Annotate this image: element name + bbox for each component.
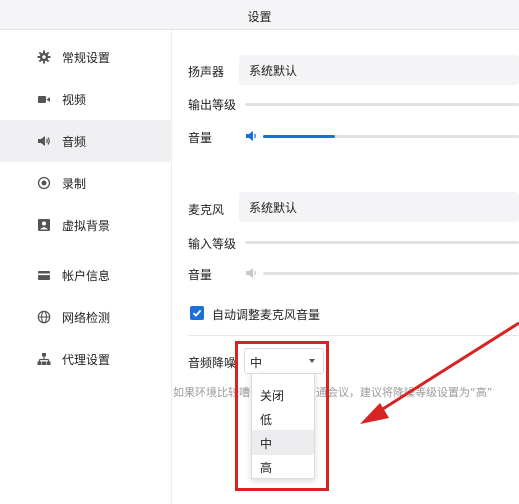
- output-level-label: 输出等级: [188, 98, 237, 112]
- speaker-volume-label: 音量: [188, 131, 213, 145]
- speaker-volume-slider[interactable]: [263, 135, 519, 138]
- noise-suppression-label: 音频降噪: [188, 356, 237, 370]
- output-level-meter: [245, 103, 519, 106]
- dropdown-option-label: 关闭: [260, 389, 285, 403]
- microphone-volume-label: 音量: [188, 268, 213, 282]
- globe-icon: [37, 310, 51, 324]
- dropdown-option-off[interactable]: 关闭: [252, 382, 314, 407]
- sidebar-item-virtual-background[interactable]: 虚拟背景: [0, 204, 172, 246]
- noise-suppression-value: 中: [250, 356, 263, 370]
- microphone-device-value: 系统默认: [249, 201, 298, 215]
- noise-suppression-hint: 如果环境比较嘈杂，或者是普通会议，建议将降噪等级设置为“高”: [173, 386, 493, 399]
- microphone-volume-icon: [246, 268, 256, 278]
- microphone-label: 麦克风: [188, 203, 225, 217]
- sidebar-item-network-test[interactable]: 网络检测: [0, 296, 172, 338]
- dropdown-option-label: 中: [260, 437, 273, 451]
- window-titlebar: 设置: [0, 0, 519, 30]
- window-title: 设置: [247, 10, 272, 24]
- gear-icon: [37, 50, 51, 64]
- record-icon: [37, 176, 51, 190]
- dropdown-option-high[interactable]: 高: [252, 454, 314, 479]
- chevron-down-icon: [309, 359, 315, 363]
- dropdown-option-label: 低: [260, 413, 273, 427]
- dropdown-option-label: 高: [260, 461, 273, 475]
- dropdown-option-low[interactable]: 低: [252, 406, 314, 431]
- speaker-volume-fill: [263, 135, 335, 138]
- section-divider: [188, 335, 519, 336]
- sidebar-item-label: 常规设置: [62, 51, 111, 65]
- speaker-label: 扬声器: [188, 65, 225, 79]
- auto-adjust-checkbox[interactable]: [190, 306, 204, 320]
- sidebar-item-label: 代理设置: [62, 353, 111, 367]
- noise-suppression-select[interactable]: 中: [244, 348, 324, 374]
- sidebar-item-proxy[interactable]: 代理设置: [0, 338, 172, 380]
- sidebar-item-label: 音频: [62, 135, 87, 149]
- microphone-device-select[interactable]: 系统默认: [239, 192, 519, 222]
- portrait-icon: [38, 219, 50, 231]
- settings-sidebar: 常规设置 视频 音频 录制 虚拟背景 帐户信息 网络检测 代理设置: [0, 30, 172, 504]
- dropdown-option-medium[interactable]: 中: [252, 430, 314, 455]
- speaker-device-select[interactable]: 系统默认: [239, 55, 519, 85]
- noise-suppression-dropdown: 关闭 低 中 高: [251, 373, 315, 479]
- network-proxy-icon: [37, 353, 51, 365]
- sidebar-item-audio[interactable]: 音频: [0, 120, 172, 162]
- speaker-device-value: 系统默认: [249, 64, 298, 78]
- sidebar-item-label: 虚拟背景: [62, 219, 111, 233]
- microphone-volume-slider[interactable]: [263, 272, 519, 275]
- video-camera-icon: [38, 96, 50, 103]
- sidebar-item-label: 帐户信息: [62, 269, 111, 283]
- checkmark-icon: [192, 309, 202, 317]
- auto-adjust-label: 自动调整麦克风音量: [212, 308, 321, 322]
- sidebar-item-label: 视频: [62, 93, 87, 107]
- sidebar-item-account[interactable]: 帐户信息: [0, 254, 172, 296]
- input-level-meter: [245, 241, 519, 244]
- sidebar-item-label: 录制: [62, 177, 87, 191]
- account-card-icon: [38, 271, 50, 280]
- sidebar-item-label: 网络检测: [62, 311, 111, 325]
- audio-settings-panel: 扬声器 系统默认 输出等级 音量 麦克风 系统默认 输入等级 音量 自动调整麦克…: [173, 30, 519, 504]
- sidebar-item-video[interactable]: 视频: [0, 78, 172, 120]
- speaker-icon: [38, 136, 50, 146]
- speaker-volume-icon: [246, 131, 256, 141]
- sidebar-item-general[interactable]: 常规设置: [0, 36, 172, 78]
- sidebar-item-recording[interactable]: 录制: [0, 162, 172, 204]
- input-level-label: 输入等级: [188, 237, 237, 251]
